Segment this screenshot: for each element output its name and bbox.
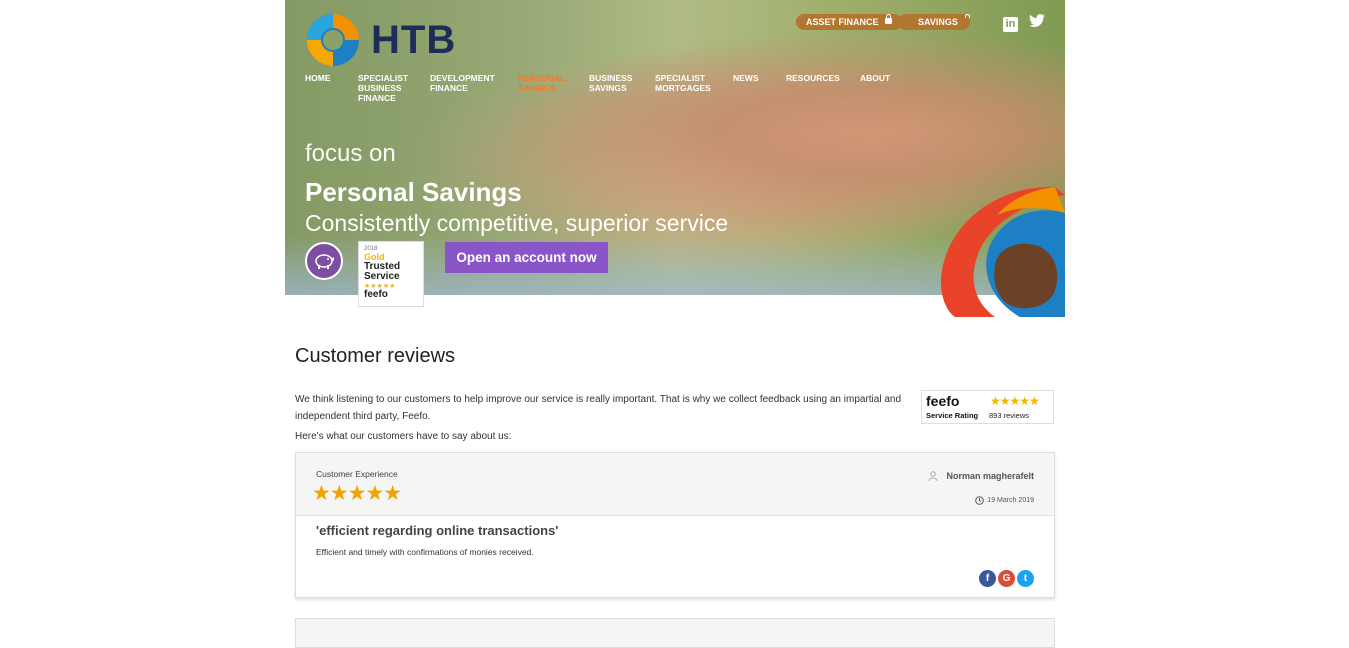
asset-finance-button[interactable]: ASSET FINANCE — [796, 14, 902, 30]
twitter-share-icon[interactable]: t — [1017, 570, 1034, 587]
linkedin-icon[interactable]: in — [1003, 14, 1018, 32]
rating-stars: ★★★★★ — [990, 394, 1040, 408]
feefo-service-rating[interactable]: feefo ★★★★★ Service Rating 893 reviews — [921, 390, 1054, 424]
logo-icon — [307, 14, 359, 66]
review-count: 893 reviews — [989, 411, 1030, 420]
nav-about[interactable]: ABOUT — [860, 73, 910, 103]
google-share-icon[interactable]: G — [998, 570, 1015, 587]
share-buttons: f G t — [979, 570, 1034, 587]
review-category: Customer Experience — [316, 469, 398, 479]
reviewer-name: Norman magherafelt — [946, 471, 1034, 481]
review-card: Customer Experience ★★★★★ Norman maghera… — [295, 452, 1055, 598]
feefo-gold-badge: 2018 Gold Trusted Service ★★★★★ feefo — [358, 241, 424, 307]
reviews-heading: Customer reviews — [295, 345, 456, 367]
review-date: 19 March 2019 — [975, 496, 1034, 505]
open-account-button[interactable]: Open an account now — [445, 242, 608, 273]
htb-logo[interactable]: HTB — [305, 12, 456, 68]
review-title: 'efficient regarding online transactions… — [316, 523, 559, 538]
review-stars: ★★★★★ — [312, 482, 402, 505]
service-rating-label: Service Rating — [926, 411, 979, 420]
lock-icon — [884, 14, 892, 24]
reviews-intro: We think listening to our customers to h… — [295, 394, 902, 422]
nav-news[interactable]: NEWS — [733, 73, 786, 103]
clock-icon — [975, 496, 985, 505]
hero-title: Personal Savings — [305, 177, 522, 207]
facebook-share-icon[interactable]: f — [979, 570, 996, 587]
reviewer: Norman magherafelt — [928, 471, 1034, 481]
savings-button[interactable]: SAVINGS — [898, 14, 970, 30]
feefo-logo: feefo — [926, 393, 960, 409]
logo-text: HTB — [371, 17, 457, 62]
nav-personal-savings[interactable]: PERSONAL SAVINGS — [518, 73, 589, 103]
reviews-intro-2: Here's what our customers have to say ab… — [295, 431, 512, 442]
review-body: Efficient and timely with confirmations … — [316, 547, 534, 557]
nav-specialist-mortgages[interactable]: SPECIALIST MORTGAGES — [655, 73, 733, 103]
decorative-swirl-icon — [940, 186, 1065, 317]
review-card-header — [296, 453, 1054, 516]
nav-resources[interactable]: RESOURCES — [786, 73, 860, 103]
user-icon — [928, 471, 938, 481]
main-nav: HOME SPECIALIST BUSINESS FINANCE DEVELOP… — [305, 73, 910, 103]
nav-development-finance[interactable]: DEVELOPMENT FINANCE — [430, 73, 518, 103]
page-wrapper: HTB ASSET FINANCE SAVINGS in HOME SPECIA… — [285, 0, 1065, 648]
nav-home[interactable]: HOME — [305, 73, 358, 103]
hero-focus-text: focus on — [305, 140, 396, 167]
twitter-icon[interactable] — [1029, 14, 1045, 31]
asset-finance-label: ASSET FINANCE — [806, 17, 879, 27]
piggy-bank-icon — [305, 242, 343, 280]
nav-business-savings[interactable]: BUSINESS SAVINGS — [589, 73, 655, 103]
next-review-card — [295, 618, 1055, 648]
hero-subtitle: Consistently competitive, superior servi… — [305, 210, 729, 236]
savings-label: SAVINGS — [918, 17, 958, 27]
nav-specialist-business-finance[interactable]: SPECIALIST BUSINESS FINANCE — [358, 73, 430, 103]
